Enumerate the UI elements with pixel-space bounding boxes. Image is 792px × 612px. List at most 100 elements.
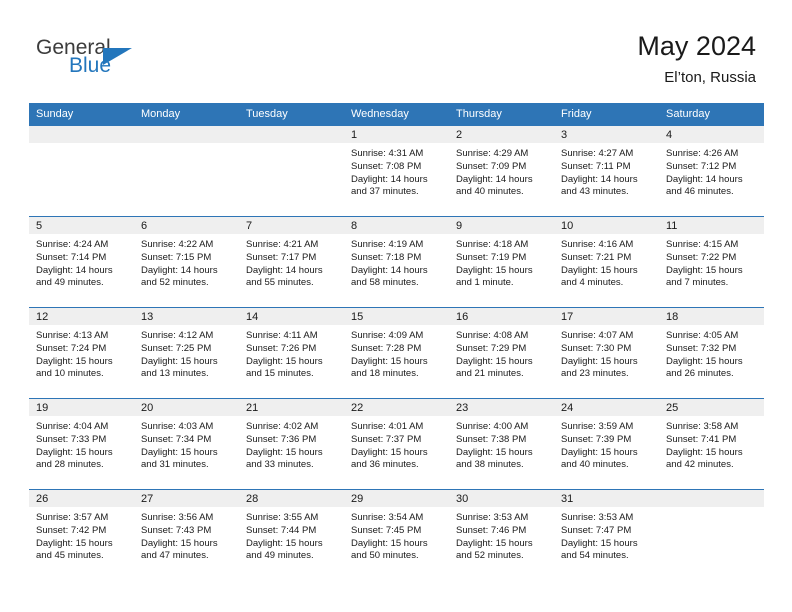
calendar-week-row: 5 Sunrise: 4:24 AM Sunset: 7:14 PM Daylight…	[29, 216, 764, 308]
daylight-text-line1: Daylight: 15 hours	[456, 264, 533, 276]
daylight-text-line1: Daylight: 14 hours	[351, 173, 428, 185]
calendar-day-cell[interactable]: 8 Sunrise: 4:19 AM Sunset: 7:18 PM Daylight…	[344, 216, 449, 308]
calendar-day-cell[interactable]: 4 Sunrise: 4:26 AM Sunset: 7:12 PM Daylight…	[659, 126, 764, 217]
daylight-text-line1: Daylight: 15 hours	[561, 537, 638, 549]
weekday-header-monday: Monday	[134, 103, 239, 126]
sunrise-text: Sunrise: 4:08 AM	[456, 330, 529, 341]
sunset-text: Sunset: 7:24 PM	[36, 342, 107, 354]
day-number: 14	[239, 308, 344, 325]
day-number: 27	[134, 490, 239, 507]
daylight-text-line2: and 23 minutes.	[561, 368, 629, 380]
calendar-day-cell[interactable]: 17 Sunrise: 4:07 AM Sunset: 7:30 PM Dayligh…	[554, 307, 659, 399]
sunrise-text: Sunrise: 3:54 AM	[351, 512, 424, 523]
sunset-text: Sunset: 7:14 PM	[36, 251, 107, 263]
day-number: 22	[344, 399, 449, 416]
sunset-text: Sunset: 7:12 PM	[666, 160, 737, 172]
sunrise-text: Sunrise: 4:07 AM	[561, 330, 634, 341]
calendar-day-cell[interactable]: 5 Sunrise: 4:24 AM Sunset: 7:14 PM Daylight…	[29, 216, 134, 308]
calendar-body: 1 Sunrise: 4:31 AM Sunset: 7:08 PM Daylight…	[29, 126, 764, 580]
general-blue-logo[interactable]: General Blue	[36, 36, 216, 86]
sunrise-text: Sunrise: 4:01 AM	[351, 421, 424, 432]
daylight-text-line2: and 18 minutes.	[351, 368, 419, 380]
daylight-text-line1: Daylight: 15 hours	[36, 537, 113, 549]
sunrise-text: Sunrise: 4:26 AM	[666, 148, 739, 159]
daylight-text-line2: and 49 minutes.	[36, 277, 104, 289]
calendar-day-cell[interactable]: 28 Sunrise: 3:55 AM Sunset: 7:44 PM Dayligh…	[239, 489, 344, 580]
calendar-day-cell[interactable]: 7 Sunrise: 4:21 AM Sunset: 7:17 PM Daylight…	[239, 216, 344, 308]
sunset-text: Sunset: 7:28 PM	[351, 342, 422, 354]
calendar-day-cell[interactable]: 1 Sunrise: 4:31 AM Sunset: 7:08 PM Daylight…	[344, 126, 449, 217]
day-number: 29	[344, 490, 449, 507]
calendar-day-cell[interactable]: 15 Sunrise: 4:09 AM Sunset: 7:28 PM Dayligh…	[344, 307, 449, 399]
calendar-day-cell[interactable]: 20 Sunrise: 4:03 AM Sunset: 7:34 PM Dayligh…	[134, 398, 239, 490]
calendar-day-cell[interactable]: 16 Sunrise: 4:08 AM Sunset: 7:29 PM Dayligh…	[449, 307, 554, 399]
calendar-day-cell[interactable]: 19 Sunrise: 4:04 AM Sunset: 7:33 PM Dayligh…	[29, 398, 134, 490]
calendar-day-cell[interactable]: 12 Sunrise: 4:13 AM Sunset: 7:24 PM Dayligh…	[29, 307, 134, 399]
day-number: 4	[659, 126, 764, 143]
day-details: Sunrise: 4:09 AM Sunset: 7:28 PM Daylight:…	[344, 325, 449, 381]
daylight-text-line2: and 54 minutes.	[561, 550, 629, 562]
daylight-text-line2: and 31 minutes.	[141, 459, 209, 471]
day-details: Sunrise: 4:29 AM Sunset: 7:09 PM Daylight:…	[449, 143, 554, 199]
day-number: 6	[134, 217, 239, 234]
day-details: Sunrise: 4:11 AM Sunset: 7:26 PM Daylight:…	[239, 325, 344, 381]
day-details: Sunrise: 4:07 AM Sunset: 7:30 PM Daylight:…	[554, 325, 659, 381]
weekday-header-friday: Friday	[554, 103, 659, 126]
sunset-text: Sunset: 7:18 PM	[351, 251, 422, 263]
day-details: Sunrise: 4:24 AM Sunset: 7:14 PM Daylight:…	[29, 234, 134, 290]
daylight-text-line2: and 50 minutes.	[351, 550, 419, 562]
calendar-day-cell[interactable]: 11 Sunrise: 4:15 AM Sunset: 7:22 PM Dayligh…	[659, 216, 764, 308]
calendar-day-cell-empty	[134, 126, 239, 217]
calendar-header-row: Sunday Monday Tuesday Wednesday Thursday Frid…	[29, 103, 764, 126]
logo-text-blue: Blue	[69, 54, 112, 77]
day-number: 19	[29, 399, 134, 416]
calendar-day-cell[interactable]: 3 Sunrise: 4:27 AM Sunset: 7:11 PM Daylight…	[554, 126, 659, 217]
calendar-day-cell[interactable]: 29 Sunrise: 3:54 AM Sunset: 7:45 PM Dayligh…	[344, 489, 449, 580]
calendar-day-cell[interactable]: 6 Sunrise: 4:22 AM Sunset: 7:15 PM Daylight…	[134, 216, 239, 308]
sunset-text: Sunset: 7:11 PM	[561, 160, 631, 172]
daylight-text-line1: Daylight: 15 hours	[666, 264, 743, 276]
calendar-day-cell[interactable]: 27 Sunrise: 3:56 AM Sunset: 7:43 PM Dayligh…	[134, 489, 239, 580]
calendar-day-cell[interactable]: 30 Sunrise: 3:53 AM Sunset: 7:46 PM Dayligh…	[449, 489, 554, 580]
day-number	[134, 126, 239, 143]
sunrise-text: Sunrise: 4:29 AM	[456, 148, 529, 159]
sunrise-text: Sunrise: 4:03 AM	[141, 421, 214, 432]
calendar-day-cell[interactable]: 21 Sunrise: 4:02 AM Sunset: 7:36 PM Dayligh…	[239, 398, 344, 490]
calendar-day-cell[interactable]: 13 Sunrise: 4:12 AM Sunset: 7:25 PM Dayligh…	[134, 307, 239, 399]
daylight-text-line2: and 45 minutes.	[36, 550, 104, 562]
day-number: 24	[554, 399, 659, 416]
sunrise-text: Sunrise: 4:05 AM	[666, 330, 739, 341]
day-number: 10	[554, 217, 659, 234]
calendar-day-cell[interactable]: 25 Sunrise: 3:58 AM Sunset: 7:41 PM Dayligh…	[659, 398, 764, 490]
daylight-text-line2: and 52 minutes.	[141, 277, 209, 289]
day-number: 18	[659, 308, 764, 325]
day-details: Sunrise: 4:27 AM Sunset: 7:11 PM Daylight:…	[554, 143, 659, 199]
day-number: 20	[134, 399, 239, 416]
calendar-day-cell[interactable]: 18 Sunrise: 4:05 AM Sunset: 7:32 PM Dayligh…	[659, 307, 764, 399]
sunset-text: Sunset: 7:34 PM	[141, 433, 212, 445]
daylight-text-line2: and 15 minutes.	[246, 368, 314, 380]
weekday-header-thursday: Thursday	[449, 103, 554, 126]
day-number: 8	[344, 217, 449, 234]
day-number	[239, 126, 344, 143]
calendar-day-cell[interactable]: 31 Sunrise: 3:53 AM Sunset: 7:47 PM Dayligh…	[554, 489, 659, 580]
sunrise-text: Sunrise: 4:13 AM	[36, 330, 109, 341]
daylight-text-line1: Daylight: 14 hours	[246, 264, 323, 276]
daylight-text-line1: Daylight: 15 hours	[561, 446, 638, 458]
calendar-day-cell[interactable]: 10 Sunrise: 4:16 AM Sunset: 7:21 PM Dayligh…	[554, 216, 659, 308]
calendar-day-cell[interactable]: 14 Sunrise: 4:11 AM Sunset: 7:26 PM Dayligh…	[239, 307, 344, 399]
day-number: 28	[239, 490, 344, 507]
calendar-day-cell[interactable]: 9 Sunrise: 4:18 AM Sunset: 7:19 PM Daylight…	[449, 216, 554, 308]
day-number: 30	[449, 490, 554, 507]
calendar-day-cell[interactable]: 24 Sunrise: 3:59 AM Sunset: 7:39 PM Dayligh…	[554, 398, 659, 490]
calendar-day-cell[interactable]: 26 Sunrise: 3:57 AM Sunset: 7:42 PM Dayligh…	[29, 489, 134, 580]
calendar-day-cell[interactable]: 2 Sunrise: 4:29 AM Sunset: 7:09 PM Daylight…	[449, 126, 554, 217]
calendar-day-cell[interactable]: 22 Sunrise: 4:01 AM Sunset: 7:37 PM Dayligh…	[344, 398, 449, 490]
day-number	[29, 126, 134, 143]
daylight-text-line1: Daylight: 14 hours	[36, 264, 113, 276]
sunset-text: Sunset: 7:32 PM	[666, 342, 737, 354]
daylight-text-line1: Daylight: 15 hours	[246, 537, 323, 549]
daylight-text-line1: Daylight: 15 hours	[36, 446, 113, 458]
calendar-day-cell[interactable]: 23 Sunrise: 4:00 AM Sunset: 7:38 PM Dayligh…	[449, 398, 554, 490]
day-details: Sunrise: 3:56 AM Sunset: 7:43 PM Daylight:…	[134, 507, 239, 563]
